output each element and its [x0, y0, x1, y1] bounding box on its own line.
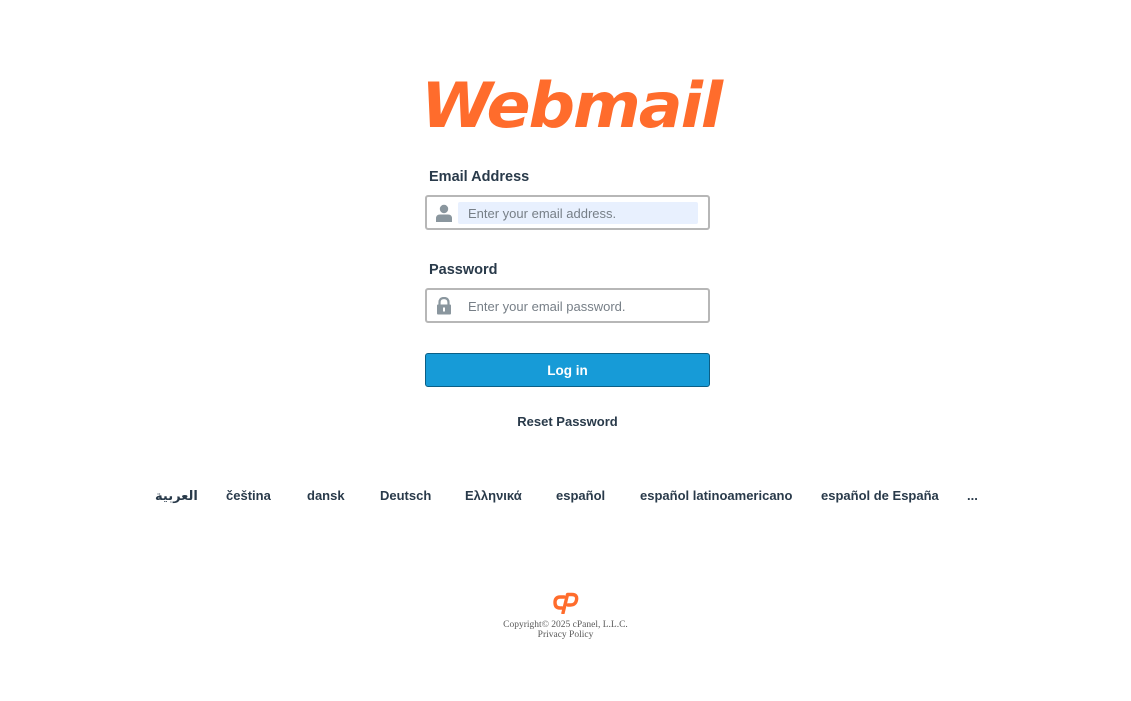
language-link-spanish[interactable]: español	[556, 486, 605, 506]
footer: Copyright© 2025 cPanel, L.L.C. Privacy P…	[0, 592, 1131, 640]
password-label: Password	[429, 262, 498, 278]
language-link-german[interactable]: Deutsch	[380, 486, 431, 506]
language-link-spanish-latin-america[interactable]: español latinoamericano	[640, 486, 792, 506]
lock-icon	[437, 297, 451, 315]
svg-text:Webmail: Webmail	[421, 72, 724, 134]
webmail-logo: Webmail	[418, 72, 724, 134]
copyright-text: Copyright© 2025 cPanel, L.L.C.	[503, 620, 628, 630]
language-link-greek[interactable]: Ελληνικά	[465, 486, 522, 506]
language-link-danish[interactable]: dansk	[307, 486, 345, 506]
password-input-wrapper[interactable]	[425, 288, 710, 323]
email-group: Email Address	[425, 167, 710, 230]
login-form: Email Address Password Log in R	[425, 167, 710, 429]
email-input[interactable]	[458, 202, 698, 224]
email-input-wrapper[interactable]	[425, 195, 710, 230]
reset-password-link[interactable]: Reset Password	[425, 414, 710, 429]
privacy-policy-link[interactable]: Privacy Policy	[0, 630, 1131, 640]
more-languages-link[interactable]: ...	[967, 486, 978, 506]
cpanel-logo	[552, 592, 578, 614]
user-icon	[436, 204, 452, 222]
email-label: Email Address	[429, 169, 530, 185]
language-link-spanish-spain[interactable]: español de España	[821, 486, 939, 506]
language-bar: العربية čeština dansk Deutsch Ελληνικά e…	[0, 486, 1131, 506]
language-link-czech[interactable]: čeština	[226, 486, 271, 506]
password-input[interactable]	[458, 295, 698, 317]
password-group: Password	[425, 260, 710, 323]
language-link-arabic[interactable]: العربية	[155, 486, 198, 506]
login-button[interactable]: Log in	[425, 353, 710, 387]
login-page: Webmail Email Address Password	[0, 0, 1131, 701]
